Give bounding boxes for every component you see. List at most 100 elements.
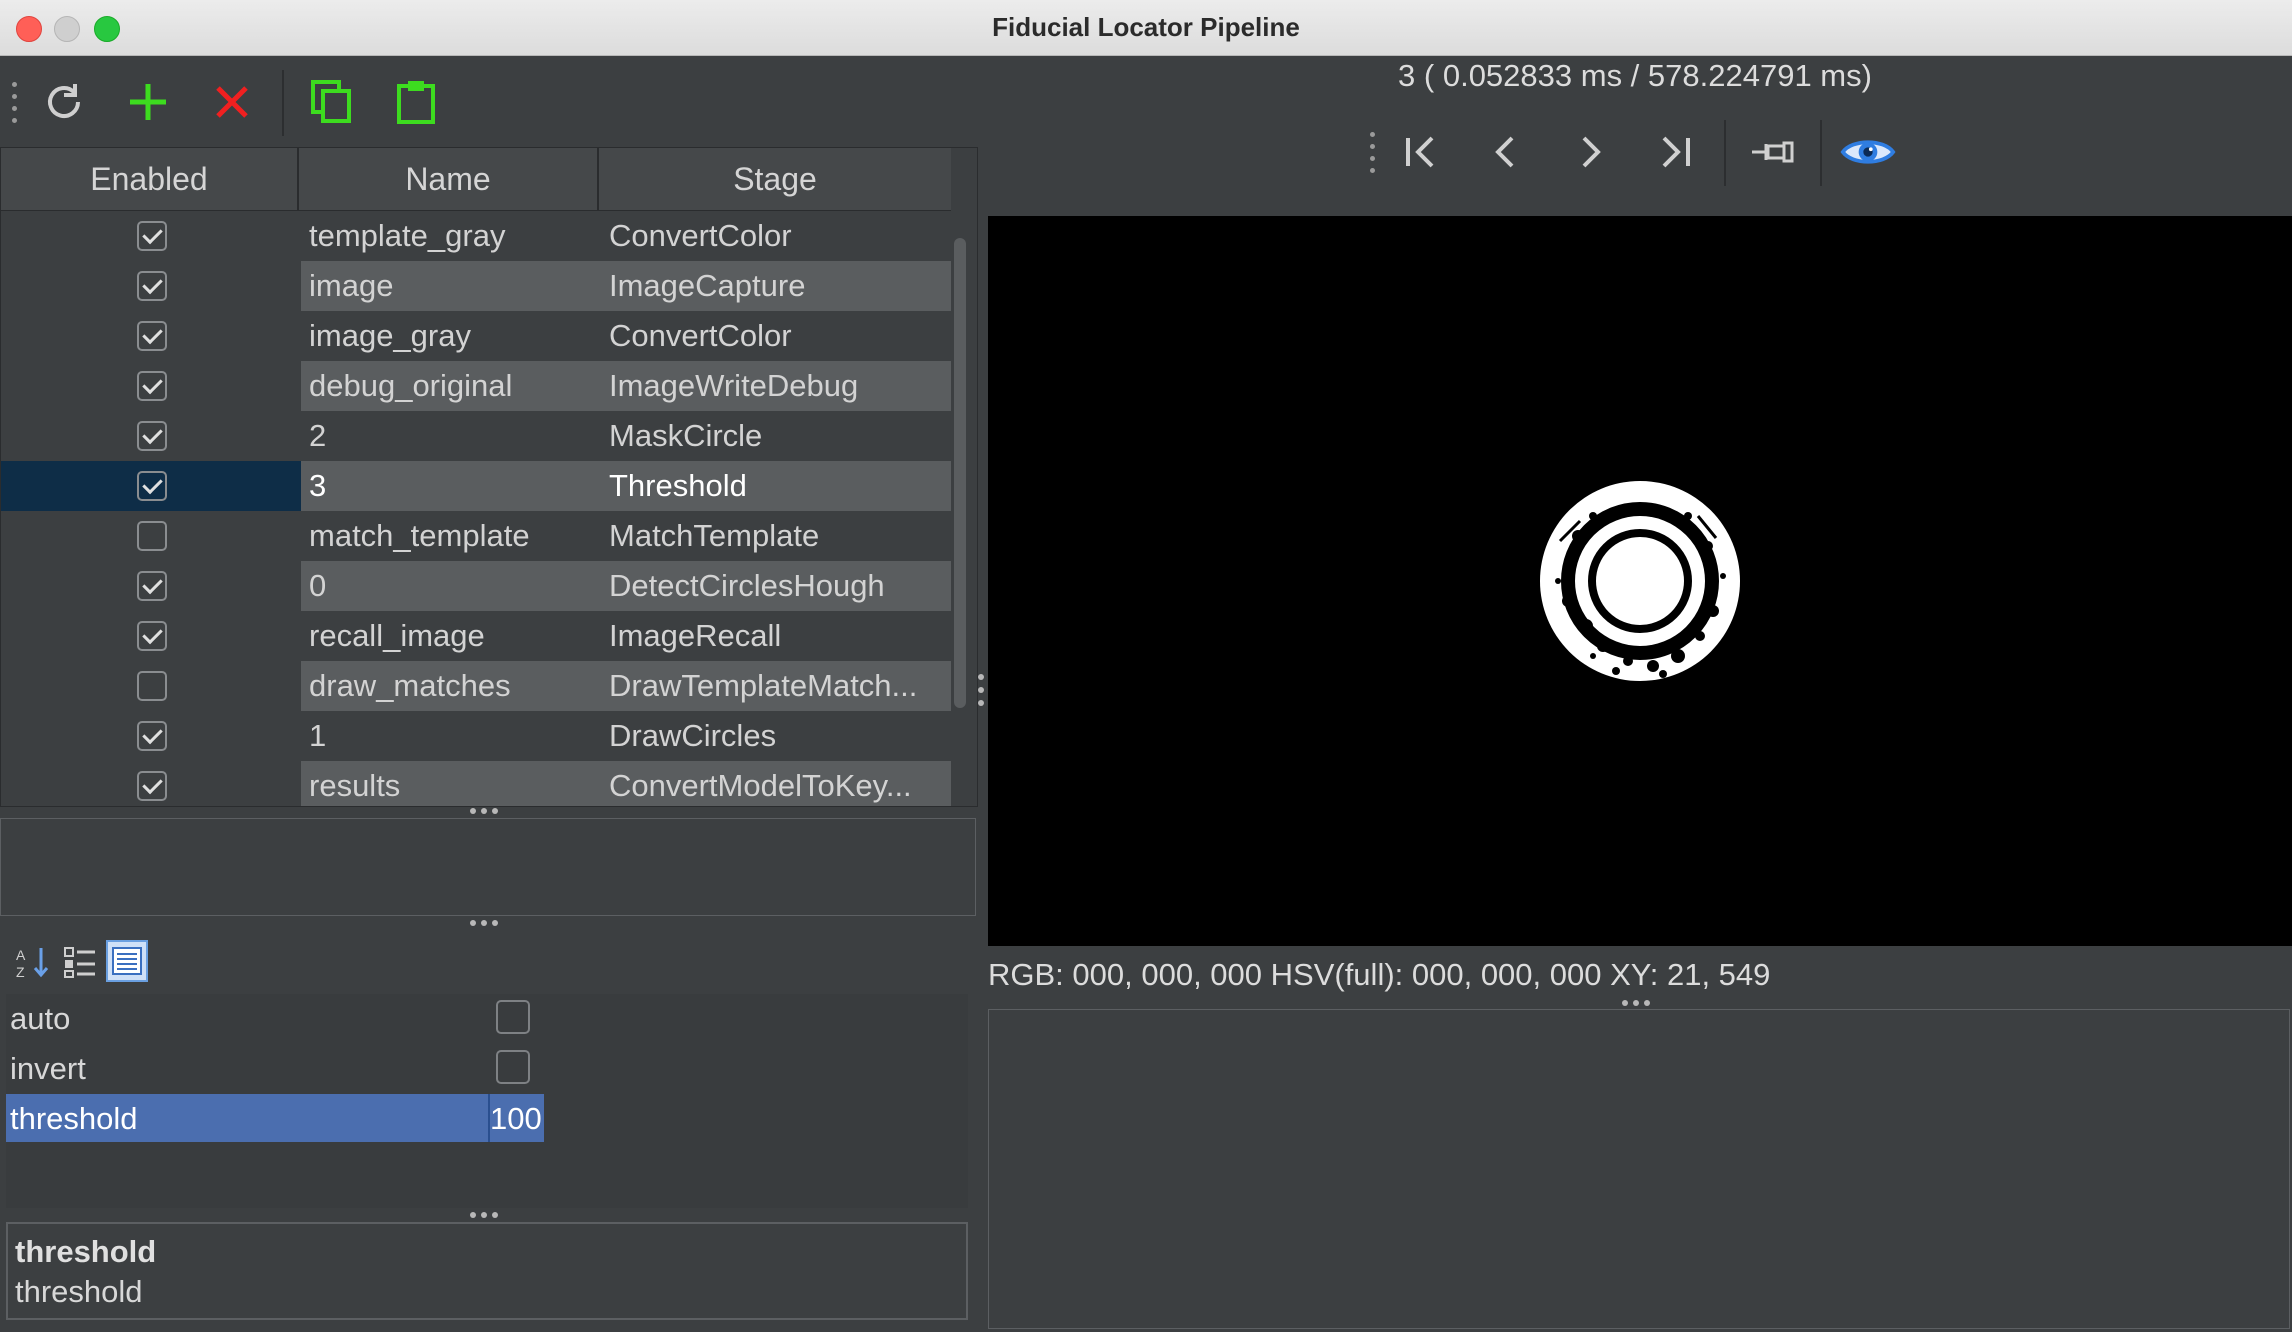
splitter-handle[interactable] — [470, 920, 498, 926]
enabled-checkbox[interactable] — [137, 371, 167, 401]
add-stage-button[interactable] — [120, 74, 176, 130]
enabled-checkbox[interactable] — [137, 521, 167, 551]
table-row[interactable]: 2 MaskCircle — [1, 411, 951, 461]
stage-name-cell[interactable]: image_gray — [301, 311, 599, 361]
enabled-checkbox[interactable] — [137, 671, 167, 701]
splitter-handle[interactable] — [470, 808, 498, 814]
svg-text:Z: Z — [16, 964, 25, 980]
toolbar-grip[interactable] — [12, 82, 18, 130]
table-row[interactable]: 3 Threshold — [1, 461, 951, 511]
stage-type-cell[interactable]: DrawTemplateMatch... — [599, 661, 951, 711]
table-header: Enabled Name Stage — [1, 148, 951, 211]
next-stage-button[interactable] — [1562, 124, 1618, 180]
stage-name-cell[interactable]: results — [301, 761, 599, 806]
last-stage-button[interactable] — [1646, 124, 1702, 180]
plus-icon — [130, 84, 166, 120]
categorized-button[interactable] — [62, 944, 98, 980]
stage-name-cell[interactable]: draw_matches — [301, 661, 599, 711]
column-header-enabled[interactable]: Enabled — [1, 148, 299, 210]
table-row[interactable]: match_template MatchTemplate — [1, 511, 951, 561]
image-view[interactable] — [988, 216, 2292, 946]
chevron-right-icon — [1582, 136, 1601, 168]
property-description-panel: threshold threshold — [6, 1222, 968, 1320]
table-row[interactable]: template_gray ConvertColor — [1, 211, 951, 261]
enabled-checkbox[interactable] — [137, 421, 167, 451]
enabled-checkbox[interactable] — [137, 771, 167, 801]
threshold-value-field[interactable]: 100 — [488, 1094, 544, 1142]
enabled-checkbox[interactable] — [137, 621, 167, 651]
table-row[interactable]: 0 DetectCirclesHough — [1, 561, 951, 611]
description-title: threshold — [15, 1234, 157, 1269]
first-icon — [1406, 136, 1434, 168]
table-row[interactable]: recall_image ImageRecall — [1, 611, 951, 661]
enabled-checkbox[interactable] — [137, 271, 167, 301]
stage-name-cell[interactable]: recall_image — [301, 611, 599, 661]
property-label-invert: invert — [10, 1051, 86, 1086]
paste-button[interactable] — [388, 74, 444, 130]
last-icon — [1662, 136, 1690, 168]
splitter-handle[interactable] — [470, 1212, 498, 1218]
title-bar: Fiducial Locator Pipeline — [0, 0, 2292, 56]
stage-type-cell[interactable]: ImageRecall — [599, 611, 951, 661]
stage-name-cell[interactable]: match_template — [301, 511, 599, 561]
stage-type-cell[interactable]: ImageCapture — [599, 261, 951, 311]
property-label-threshold: threshold — [10, 1101, 138, 1136]
eye-icon — [1840, 140, 1896, 164]
invert-checkbox[interactable] — [496, 1050, 530, 1084]
stage-name-cell[interactable]: 3 — [301, 461, 599, 511]
table-scrollbar[interactable] — [954, 238, 966, 708]
enabled-checkbox[interactable] — [137, 321, 167, 351]
stage-name-cell[interactable]: 1 — [301, 711, 599, 761]
stage-type-cell[interactable]: Threshold — [599, 461, 951, 511]
sort-alpha-icon: A Z — [16, 947, 49, 980]
table-row[interactable]: 1 DrawCircles — [1, 711, 951, 761]
copy-button[interactable] — [304, 74, 360, 130]
stage-name-cell[interactable]: image — [301, 261, 599, 311]
column-header-name[interactable]: Name — [299, 148, 599, 210]
pixel-info-label: RGB: 000, 000, 000 HSV(full): 000, 000, … — [988, 957, 1771, 992]
output-panel — [988, 1009, 2290, 1329]
stage-type-cell[interactable]: ConvertModelToKey... — [599, 761, 951, 806]
table-row[interactable]: draw_matches DrawTemplateMatch... — [1, 661, 951, 711]
pin-icon — [1752, 141, 1794, 163]
splitter-handle[interactable] — [1622, 1000, 1650, 1006]
first-stage-button[interactable] — [1394, 124, 1450, 180]
enabled-checkbox[interactable] — [137, 721, 167, 751]
pipeline-table: Enabled Name Stage template_gray ConvertC… — [0, 147, 978, 807]
stage-name-cell[interactable]: 0 — [301, 561, 599, 611]
stage-type-cell[interactable]: ConvertColor — [599, 311, 951, 361]
stage-type-cell[interactable]: DetectCirclesHough — [599, 561, 951, 611]
enabled-checkbox[interactable] — [137, 221, 167, 251]
nav-separator — [1820, 120, 1822, 186]
fiducial-image — [1540, 481, 1740, 681]
stage-type-cell[interactable]: ConvertColor — [599, 211, 951, 261]
timing-label: 3 ( 0.052833 ms / 578.224791 ms) — [1398, 58, 1872, 93]
stage-type-cell[interactable]: MatchTemplate — [599, 511, 951, 561]
stage-type-cell[interactable]: DrawCircles — [599, 711, 951, 761]
table-row[interactable]: image ImageCapture — [1, 261, 951, 311]
list-view-icon — [112, 947, 142, 975]
clipboard-icon — [397, 81, 435, 124]
table-row[interactable]: image_gray ConvertColor — [1, 311, 951, 361]
table-row[interactable]: results ConvertModelToKey... — [1, 761, 951, 806]
column-header-stage[interactable]: Stage — [599, 148, 951, 210]
sort-alpha-button[interactable]: A Z — [14, 944, 50, 980]
pin-button[interactable] — [1746, 124, 1802, 180]
previous-stage-button[interactable] — [1478, 124, 1534, 180]
refresh-button[interactable] — [36, 74, 92, 130]
stage-name-cell[interactable]: debug_original — [301, 361, 599, 411]
pane-splitter-handle[interactable] — [978, 674, 984, 706]
view-toggle-button[interactable] — [1840, 124, 1896, 180]
enabled-checkbox[interactable] — [137, 571, 167, 601]
stage-type-cell[interactable]: MaskCircle — [599, 411, 951, 461]
auto-checkbox[interactable] — [496, 1000, 530, 1034]
enabled-checkbox[interactable] — [137, 471, 167, 501]
table-row[interactable]: debug_original ImageWriteDebug — [1, 361, 951, 411]
stage-name-cell[interactable]: template_gray — [301, 211, 599, 261]
description-text: threshold — [15, 1274, 143, 1309]
remove-stage-button[interactable] — [204, 74, 260, 130]
list-view-button[interactable] — [106, 940, 148, 982]
stage-type-cell[interactable]: ImageWriteDebug — [599, 361, 951, 411]
stage-name-cell[interactable]: 2 — [301, 411, 599, 461]
nav-toolbar-grip[interactable] — [1370, 132, 1376, 180]
